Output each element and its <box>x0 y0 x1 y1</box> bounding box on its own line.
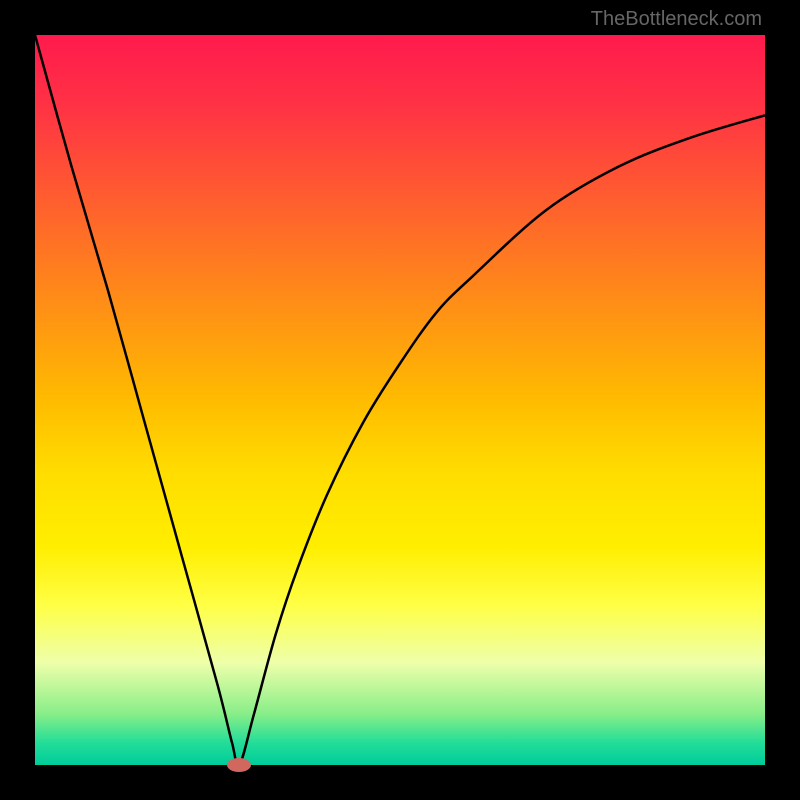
chart-container: TheBottleneck.com <box>0 0 800 800</box>
watermark-text: TheBottleneck.com <box>591 8 762 31</box>
plot-area <box>35 35 765 765</box>
bottleneck-curve <box>35 35 765 765</box>
optimal-marker <box>227 758 251 772</box>
curve-svg <box>35 35 765 765</box>
